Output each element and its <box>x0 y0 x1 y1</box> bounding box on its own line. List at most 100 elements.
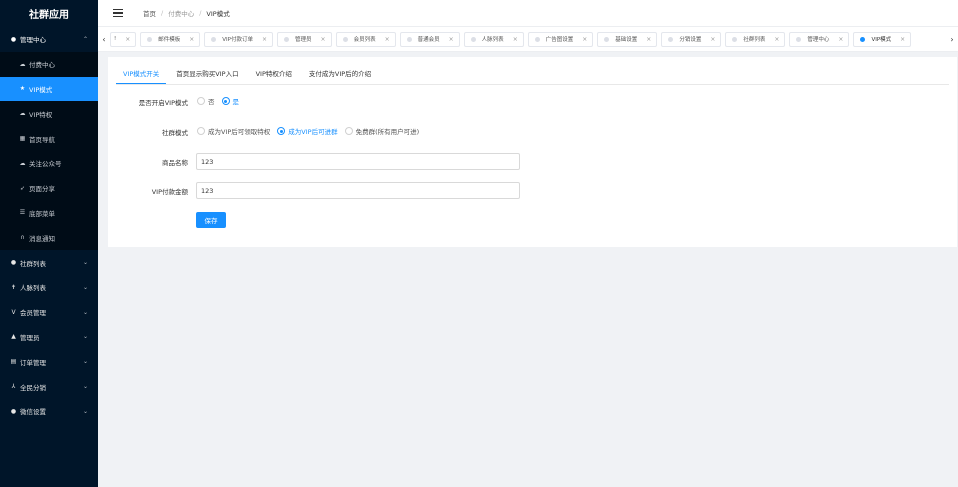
close-icon[interactable]: × <box>385 36 390 43</box>
tab-label: 管理员 <box>295 37 312 43</box>
radio-label: 成为VIP后可进群 <box>288 128 338 136</box>
circle-icon: ● <box>10 35 17 43</box>
breadcrumb-separator: / <box>199 9 202 17</box>
close-icon[interactable]: × <box>838 36 843 43</box>
tab-7[interactable]: 广告图设置 × <box>527 31 594 47</box>
settings-tab-2[interactable]: VIP特权介绍 <box>249 67 299 84</box>
close-icon[interactable]: × <box>125 36 130 43</box>
vip-switch-yes[interactable]: 是 <box>221 96 239 106</box>
tab-3[interactable]: 管理员 × <box>277 31 332 47</box>
order-icon: ▤ <box>10 358 17 366</box>
tabs-scroll-right-icon[interactable]: › <box>946 27 958 52</box>
sidebar-group-5[interactable]: ⅄ 全民分销 ⌄ <box>0 374 98 399</box>
breadcrumb-home[interactable]: 首页 <box>143 8 156 18</box>
sidebar-group-2[interactable]: V 会员管理 ⌄ <box>0 300 98 325</box>
tab-status-dot <box>211 36 217 42</box>
close-icon[interactable]: × <box>262 36 267 43</box>
tab-label: 社群列表 <box>743 37 766 43</box>
group-mode-privilege[interactable]: 成为VIP后可领取特权 <box>197 126 270 136</box>
tab-status-dot <box>732 36 738 42</box>
close-icon[interactable]: × <box>646 36 651 43</box>
close-icon[interactable]: × <box>189 36 194 43</box>
breadcrumb-parent[interactable]: 付费中心 <box>168 8 194 18</box>
tab-4[interactable]: 会员列表 × <box>335 31 396 47</box>
sidebar-item-7[interactable]: ∩ 消息通知 <box>0 225 98 250</box>
close-icon[interactable]: × <box>774 36 779 43</box>
vip-switch-no[interactable]: 否 <box>197 96 215 106</box>
radio-circle <box>197 97 205 105</box>
tab-label: 广告图设置 <box>545 37 574 43</box>
tab-9[interactable]: 分销设置 × <box>661 31 722 47</box>
group-mode-free[interactable]: 免费群(所有用户可进) <box>344 126 420 136</box>
sidebar-item-0[interactable]: ☁ 付费中心 <box>0 52 98 77</box>
tab-status-dot <box>604 36 610 42</box>
close-icon[interactable]: × <box>582 36 587 43</box>
sidebar-group-0[interactable]: ● 社群列表 ⌄ <box>0 250 98 275</box>
sidebar-group-label: 管理中心 <box>20 36 46 45</box>
sidebar-group-1[interactable]: ✝ 人脉列表 ⌄ <box>0 275 98 300</box>
sidebar-item-label: 消息通知 <box>29 234 55 243</box>
sidebar-group-label: 全民分销 <box>20 383 46 392</box>
radio-circle <box>277 127 286 135</box>
close-icon[interactable]: × <box>449 36 454 43</box>
tab-label: VIP模式 <box>871 37 892 43</box>
vip-amount-input[interactable]: 123 <box>196 182 520 199</box>
tabs-scroll-left-icon[interactable]: ‹ <box>98 27 110 52</box>
grid-icon: ▦ <box>19 135 26 143</box>
breadcrumb-current: VIP模式 <box>206 10 230 18</box>
sidebar-group-label: 会员管理 <box>20 309 46 318</box>
tab-status-dot <box>668 36 674 42</box>
chevron-down-icon: ⌄ <box>82 259 88 267</box>
sidebar-group-3[interactable]: ▲ 管理员 ⌄ <box>0 325 98 350</box>
chat-icon: ● <box>10 407 17 415</box>
menu-toggle-icon[interactable] <box>113 9 123 17</box>
save-button[interactable]: 保存 <box>196 212 226 228</box>
tab-label: 人脉列表 <box>481 37 504 43</box>
sidebar-item-6[interactable]: ☰ 底部菜单 <box>0 201 98 226</box>
vip-switch-radio-group: 否 是 <box>197 96 246 106</box>
sidebar-groups: ● 社群列表 ⌄ ✝ 人脉列表 ⌄ V 会员管理 ⌄ ▲ 管理员 ⌄ ▤ 订单管理 ⌄ ⅄ 全民分销 ⌄ ● 微信设置… <box>0 250 98 424</box>
product-name-input[interactable]: 123 <box>196 153 520 170</box>
group-mode-join[interactable]: 成为VIP后可进群 <box>277 126 338 136</box>
tab-10[interactable]: 社群列表 × <box>725 31 786 47</box>
tab-2[interactable]: VIP付款订单 × <box>204 31 274 47</box>
tab-status-dot <box>470 36 476 42</box>
chat-icon: ● <box>10 259 17 267</box>
tab-1[interactable]: 邮件模板 × <box>140 31 201 47</box>
chevron-down-icon: ⌄ <box>82 407 88 415</box>
sidebar-item-label: 付费中心 <box>29 61 55 70</box>
settings-tab-1[interactable]: 首页显示购买VIP入口 <box>169 67 245 84</box>
sidebar-item-4[interactable]: ☁ 关注公众号 <box>0 151 98 176</box>
sidebar-item-3[interactable]: ▦ 首页导航 <box>0 126 98 151</box>
sidebar-group-4[interactable]: ▤ 订单管理 ⌄ <box>0 349 98 374</box>
sidebar-item-label: 底部菜单 <box>29 209 55 218</box>
tab-label: ! <box>114 36 117 42</box>
top-header: 首页 / 付费中心 / VIP模式 <box>98 0 958 27</box>
close-icon[interactable]: × <box>321 36 326 43</box>
tab-0[interactable]: ! × <box>110 31 137 47</box>
close-icon[interactable]: × <box>710 36 715 43</box>
radio-label: 否 <box>208 98 215 106</box>
tab-5[interactable]: 普通会员 × <box>399 31 460 47</box>
sidebar-group-6[interactable]: ● 微信设置 ⌄ <box>0 399 98 424</box>
settings-tab-0[interactable]: VIP模式开关 <box>116 67 167 85</box>
sidebar-item-2[interactable]: ☁ VIP特权 <box>0 101 98 126</box>
tabs-track: ! × 邮件模板 × VIP付款订单 × 管理员 × 会员列表 × 普通会员 × 人脉列表 × 广告图设置 ×… <box>110 27 946 52</box>
sidebar-item-label: VIP模式 <box>29 85 53 94</box>
tab-label: 普通会员 <box>417 37 440 43</box>
radio-circle <box>344 127 353 135</box>
radio-label: 免费群(所有用户可进) <box>355 128 420 136</box>
tab-6[interactable]: 人脉列表 × <box>463 31 524 47</box>
sidebar-item-5[interactable]: ➶ 页面分享 <box>0 176 98 201</box>
chevron-down-icon: ⌄ <box>82 383 88 391</box>
settings-tab-3[interactable]: 支付成为VIP后的介绍 <box>302 67 378 84</box>
tab-8[interactable]: 基础设置 × <box>597 31 658 47</box>
close-icon[interactable]: × <box>900 36 905 43</box>
tab-11[interactable]: 管理中心 × <box>789 31 850 47</box>
sidebar-item-1[interactable]: ★ VIP模式 <box>0 76 98 102</box>
sidebar-group-management[interactable]: ● 管理中心 ⌃ <box>0 27 98 52</box>
close-icon[interactable]: × <box>513 36 518 43</box>
tab-label: 邮件模板 <box>158 37 181 43</box>
tab-12[interactable]: VIP模式 × <box>853 31 912 47</box>
cloud-icon: ☁ <box>19 159 26 167</box>
